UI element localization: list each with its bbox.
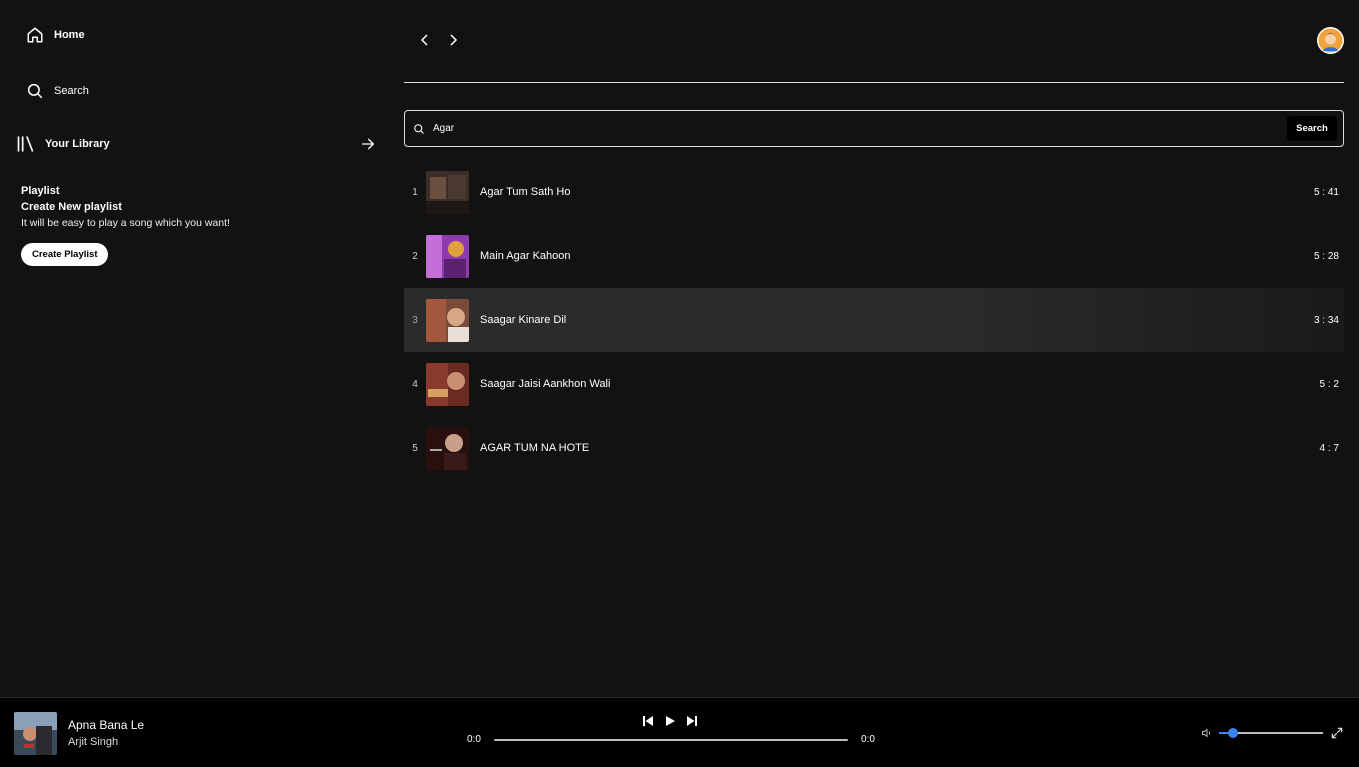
avatar[interactable] [1317, 27, 1344, 54]
track-duration: 5 : 41 [1313, 186, 1339, 198]
track-thumbnail [426, 362, 469, 406]
forward-button[interactable] [446, 32, 460, 48]
skip-forward-icon [687, 716, 697, 726]
track-row[interactable]: 4 Saagar Jaisi Aankhon Wali 5 : 2 [404, 352, 1344, 416]
track-row[interactable]: 1 Agar Tum Sath Ho 5 : 41 [404, 160, 1344, 224]
now-playing-thumbnail [14, 712, 57, 755]
playlist-card: Playlist Create New playlist It will be … [21, 183, 230, 266]
main-content: Search 1 Agar Tum Sath Ho 5 : 41 2 Main … [404, 0, 1344, 697]
search-input[interactable] [433, 123, 1287, 134]
track-name: Main Agar Kahoon [480, 250, 571, 262]
progress-bar[interactable] [494, 739, 848, 741]
chevron-right-icon [450, 34, 458, 46]
header-divider [404, 82, 1344, 83]
track-number: 2 [412, 250, 418, 262]
nav-search-label: Search [54, 85, 89, 97]
search-bar: Search [404, 110, 1344, 147]
nav-search[interactable]: Search [26, 82, 89, 100]
track-thumbnail [426, 234, 469, 278]
playlist-subtitle: Create New playlist [21, 201, 122, 213]
current-time: 0:0 [467, 734, 481, 745]
total-time: 0:0 [861, 734, 875, 745]
track-number: 1 [412, 186, 418, 198]
track-duration: 5 : 2 [1319, 378, 1339, 390]
track-name: Agar Tum Sath Ho [480, 186, 571, 198]
track-name: AGAR TUM NA HOTE [480, 442, 590, 454]
track-number: 4 [412, 378, 418, 390]
track-duration: 5 : 28 [1313, 250, 1339, 262]
track-row[interactable]: 5 AGAR TUM NA HOTE 4 : 7 [404, 416, 1344, 480]
now-playing-title: Apna Bana Le [68, 718, 145, 732]
library-icon [17, 136, 34, 152]
track-name: Saagar Jaisi Aankhon Wali [480, 378, 611, 390]
home-icon [27, 27, 43, 43]
volume-slider[interactable] [1219, 728, 1323, 738]
track-number: 3 [412, 314, 418, 326]
track-row[interactable]: 2 Main Agar Kahoon 5 : 28 [404, 224, 1344, 288]
track-thumbnail [426, 426, 469, 470]
volume-icon[interactable] [1201, 727, 1213, 739]
library-button[interactable]: Your Library [16, 134, 110, 154]
play-icon [666, 716, 675, 726]
skip-back-icon [643, 716, 653, 726]
playback-controls [643, 716, 697, 726]
track-thumbnail [426, 298, 469, 342]
search-icon [414, 123, 424, 134]
play-button[interactable] [665, 716, 675, 726]
player-bar: Apna Bana Le Arjit Singh 0:0 0:0 [0, 697, 1359, 767]
track-name: Saagar Kinare Dil [480, 314, 567, 326]
volume-knob[interactable] [1227, 728, 1238, 738]
nav-home[interactable]: Home [26, 26, 85, 44]
track-duration: 3 : 34 [1313, 314, 1339, 326]
track-row-selected[interactable]: 3 Saagar Kinare Dil 3 : 34 [404, 288, 1344, 352]
library-header: Your Library [16, 134, 376, 154]
next-button[interactable] [687, 716, 697, 726]
create-playlist-button[interactable]: Create Playlist [21, 243, 109, 266]
sidebar: Home Search Your Library Playlist Create… [0, 0, 390, 697]
user-avatar-icon [1318, 28, 1343, 53]
playlist-description: It will be easy to play a song which you… [21, 217, 230, 229]
arrow-right-icon[interactable] [360, 136, 376, 152]
now-playing-artist: Arjit Singh [68, 736, 119, 748]
back-button[interactable] [418, 32, 432, 48]
search-icon [27, 83, 43, 99]
history-nav [418, 32, 460, 48]
track-thumbnail [426, 170, 469, 214]
track-duration: 4 : 7 [1319, 442, 1339, 454]
search-button[interactable]: Search [1287, 116, 1337, 141]
playlist-title: Playlist [21, 185, 60, 197]
track-list: 1 Agar Tum Sath Ho 5 : 41 2 Main Agar Ka… [404, 160, 1344, 480]
nav-home-label: Home [54, 29, 85, 41]
library-label: Your Library [45, 138, 110, 150]
track-number: 5 [412, 442, 418, 454]
chevron-left-icon [420, 34, 428, 46]
fullscreen-icon[interactable] [1330, 726, 1344, 740]
previous-button[interactable] [643, 716, 653, 726]
